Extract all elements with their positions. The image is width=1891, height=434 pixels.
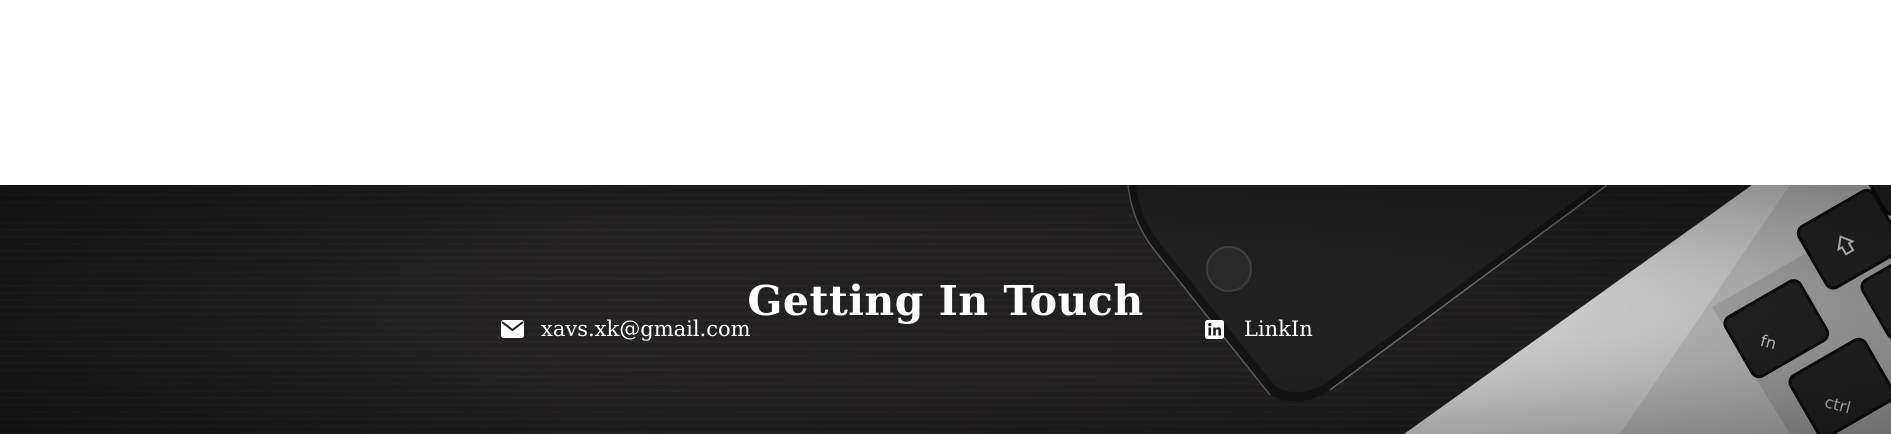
contact-section: fn ctrl Getting In Touch xyxy=(0,185,1891,434)
linkedin-icon xyxy=(1205,319,1224,339)
email-link[interactable]: xavs.xk@gmail.com xyxy=(501,317,751,341)
envelope-icon xyxy=(501,320,524,338)
blank-top-area xyxy=(0,0,1891,185)
linkedin-label: LinkIn xyxy=(1244,317,1313,341)
page: fn ctrl Getting In Touch xyxy=(0,0,1891,434)
section-title: Getting In Touch xyxy=(747,277,1144,326)
linkedin-link[interactable]: LinkIn xyxy=(1205,317,1313,341)
email-address: xavs.xk@gmail.com xyxy=(541,317,751,341)
